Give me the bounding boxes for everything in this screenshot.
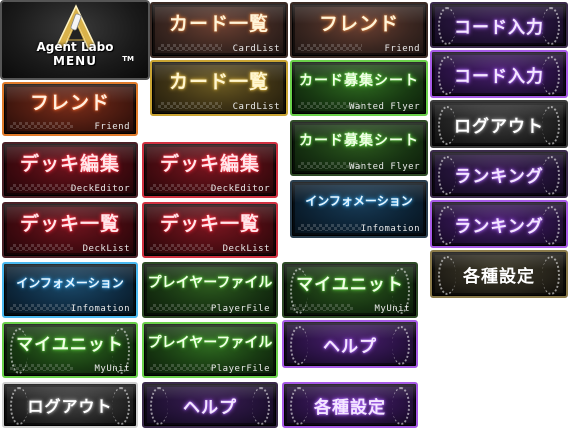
- button-label: 各種設定: [314, 397, 386, 418]
- checker-strip: [158, 102, 223, 109]
- button-label: カード一覧: [168, 12, 269, 35]
- button-label: デッキ編集: [159, 152, 260, 175]
- deck-list-button[interactable]: デッキ一覧 DeckList: [2, 202, 138, 258]
- logout-button[interactable]: ログアウト: [430, 100, 568, 148]
- button-sublabel: DeckList: [222, 244, 270, 254]
- button-label: マイユニット: [296, 274, 404, 295]
- button-sublabel: MyUnit: [94, 364, 130, 374]
- button-label: ログアウト: [27, 397, 113, 416]
- button-label: 各種設定: [463, 266, 535, 287]
- code-input-button[interactable]: コード入力: [430, 2, 568, 48]
- button-label: デッキ編集: [19, 152, 120, 175]
- button-sublabel: Infomation: [360, 224, 420, 234]
- button-label: インフォメーション: [16, 275, 124, 290]
- help-button[interactable]: ヘルプ: [142, 382, 278, 428]
- button-sublabel: DeckEditor: [210, 184, 270, 194]
- checker-strip: [298, 44, 363, 51]
- ranking-button-selected[interactable]: ランキング: [430, 200, 568, 248]
- checker-strip: [150, 304, 214, 311]
- checker-strip: [150, 364, 214, 371]
- button-label: フレンド: [29, 92, 110, 114]
- agent-labo-menu-logo: Agent Labo MENU TM: [0, 0, 150, 80]
- trademark-mark: TM: [122, 55, 134, 63]
- button-label: デッキ一覧: [159, 212, 260, 235]
- friend-button-selected[interactable]: フレンド Friend: [2, 82, 138, 136]
- deck-editor-button[interactable]: デッキ編集 DeckEditor: [2, 142, 138, 198]
- button-sublabel: CardList: [232, 44, 280, 54]
- button-sublabel: CardList: [232, 102, 280, 112]
- settings-button[interactable]: 各種設定: [430, 250, 568, 298]
- my-unit-button-selected[interactable]: マイユニット MyUnit: [2, 322, 138, 378]
- checker-strip: [10, 184, 74, 191]
- button-label: コード入力: [454, 66, 544, 87]
- button-sublabel: PlayerFile: [210, 364, 270, 374]
- player-file-button[interactable]: プレイヤーファイル PlayerFile: [142, 262, 278, 318]
- help-button-selected[interactable]: ヘルプ: [282, 320, 418, 368]
- checker-strip: [298, 224, 363, 231]
- player-file-button-selected[interactable]: プレイヤーファイル PlayerFile: [142, 322, 278, 378]
- button-label: プレイヤーファイル: [147, 335, 273, 352]
- button-label: ログアウト: [454, 116, 544, 137]
- button-label: ランキング: [454, 216, 544, 237]
- button-label: コード入力: [454, 17, 544, 38]
- deck-list-button-selected[interactable]: デッキ一覧 DeckList: [142, 202, 278, 258]
- checker-strip: [150, 184, 214, 191]
- button-sublabel: Wanted Flyer: [348, 102, 420, 112]
- deck-editor-button-selected[interactable]: デッキ編集 DeckEditor: [142, 142, 278, 198]
- button-label: デッキ一覧: [19, 212, 120, 235]
- button-sublabel: DeckEditor: [70, 184, 130, 194]
- ranking-button[interactable]: ランキング: [430, 150, 568, 198]
- button-label: フレンド: [318, 12, 399, 35]
- button-label: マイユニット: [16, 334, 124, 355]
- button-label: カード募集シート: [299, 73, 419, 90]
- logout-button-selected[interactable]: ログアウト: [2, 382, 138, 428]
- wanted-flyer-button-selected[interactable]: カード募集シート Wanted Flyer: [290, 60, 428, 116]
- button-label: ヘルプ: [323, 336, 377, 357]
- button-sublabel: Wanted Flyer: [348, 162, 420, 172]
- friend-button[interactable]: フレンド Friend: [290, 2, 428, 58]
- checker-strip: [158, 44, 223, 51]
- button-label: カード募集シート: [299, 133, 419, 150]
- card-list-button-selected[interactable]: カード一覧 CardList: [150, 60, 288, 116]
- button-label: プレイヤーファイル: [147, 275, 273, 292]
- card-list-button[interactable]: カード一覧 CardList: [150, 2, 288, 58]
- checker-strip: [10, 244, 74, 251]
- my-unit-button[interactable]: マイユニット MyUnit: [282, 262, 418, 318]
- button-label: インフォメーション: [305, 194, 413, 209]
- checker-strip: [150, 244, 214, 251]
- logo-title: Agent Labo: [36, 40, 114, 54]
- button-sublabel: PlayerFile: [210, 304, 270, 314]
- wanted-flyer-button[interactable]: カード募集シート Wanted Flyer: [290, 120, 428, 176]
- button-label: ランキング: [454, 166, 544, 187]
- information-button-selected[interactable]: インフォメーション Infomation: [2, 262, 138, 318]
- checker-strip: [10, 304, 74, 311]
- settings-button-selected[interactable]: 各種設定: [282, 382, 418, 428]
- button-sublabel: Friend: [384, 44, 420, 54]
- button-label: カード一覧: [168, 70, 269, 93]
- checker-strip: [10, 122, 74, 129]
- button-sublabel: DeckList: [82, 244, 130, 254]
- button-label: ヘルプ: [183, 397, 237, 418]
- code-input-button-selected[interactable]: コード入力: [430, 50, 568, 98]
- information-button[interactable]: インフォメーション Infomation: [290, 180, 428, 238]
- button-sublabel: Friend: [94, 122, 130, 132]
- button-sublabel: MyUnit: [374, 304, 410, 314]
- button-sublabel: Infomation: [70, 304, 130, 314]
